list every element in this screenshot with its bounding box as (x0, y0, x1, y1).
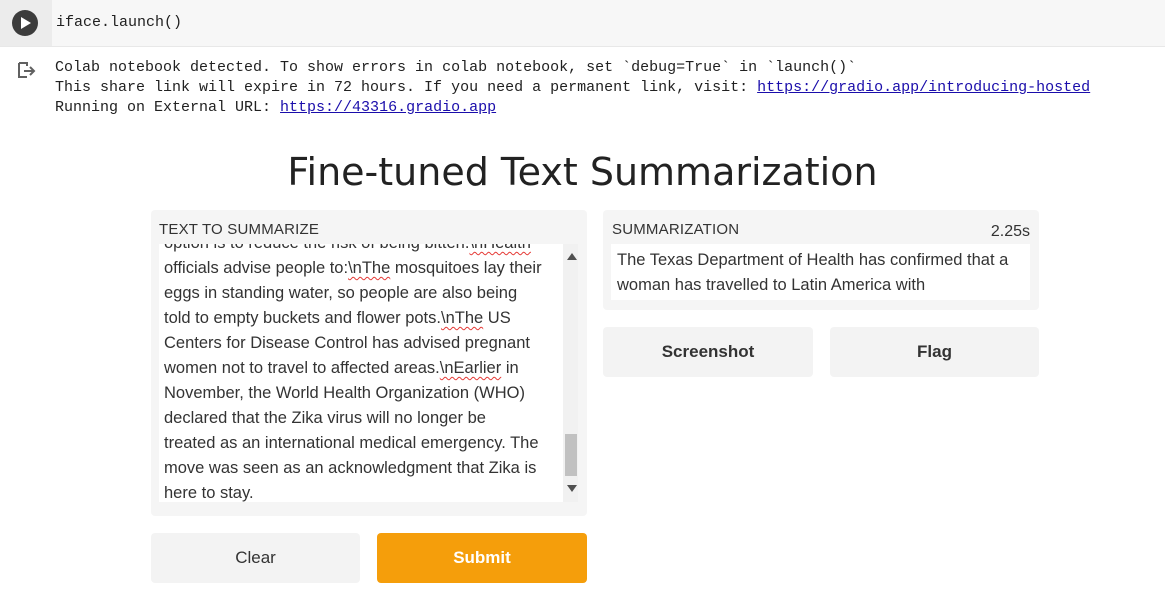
play-icon (21, 17, 31, 29)
input-label: TEXT TO SUMMARIZE (159, 221, 320, 238)
input-line: option is to reduce the risk of being bi… (164, 244, 531, 252)
scroll-up-arrow-icon[interactable] (567, 253, 577, 260)
output-label: SUMMARIZATION (612, 221, 740, 238)
input-text: option is to reduce the risk of being bi… (164, 244, 556, 502)
submit-button[interactable]: Submit (377, 533, 587, 583)
cell-output: Colab notebook detected. To show errors … (55, 58, 1090, 118)
screenshot-button[interactable]: Screenshot (603, 327, 813, 377)
output-line-3-text: Running on External URL: (55, 99, 281, 116)
input-line: eggs in standing water, so people are al… (164, 284, 518, 302)
input-line: Centers for Disease Control has advised … (164, 334, 530, 352)
input-line: officials advise people to:\nThe mosquit… (164, 259, 542, 277)
flag-button[interactable]: Flag (830, 327, 1039, 377)
hosted-link[interactable]: https://gradio.app/introducing-hosted (757, 79, 1090, 96)
spellcheck-word: \nThe (440, 309, 484, 327)
input-panel: TEXT TO SUMMARIZE option is to reduce th… (151, 210, 587, 516)
clear-button[interactable]: Clear (151, 533, 360, 583)
input-line: November, the World Health Organization … (164, 384, 525, 402)
spellcheck-word: \nThe (348, 259, 391, 277)
timing-badge: 2.25s (990, 223, 1030, 240)
output-panel: SUMMARIZATION 2.25s The Texas Department… (603, 210, 1039, 310)
code-cell[interactable]: iface.launch() (0, 0, 1165, 47)
app-title: Fine-tuned Text Summarization (287, 150, 878, 194)
output-line-1: Colab notebook detected. To show errors … (55, 59, 857, 76)
scrollbar-thumb[interactable] (565, 434, 577, 476)
output-icon[interactable] (16, 60, 36, 80)
external-url-link[interactable]: https://43316.gradio.app (280, 99, 496, 116)
summary-text: The Texas Department of Health has confi… (617, 251, 1009, 294)
summary-output: The Texas Department of Health has confi… (611, 244, 1030, 300)
spellcheck-word: \nEarlier (439, 359, 502, 377)
scroll-down-arrow-icon[interactable] (567, 485, 577, 492)
run-cell-button[interactable] (12, 10, 38, 36)
output-line-2-text: This share link will expire in 72 hours.… (55, 79, 758, 96)
input-line: women not to travel to affected areas.\n… (164, 359, 519, 377)
textarea-scrollbar[interactable] (563, 244, 578, 502)
input-line: move was seen as an acknowledgment that … (164, 459, 537, 477)
spellcheck-word: \nHealth (469, 244, 530, 252)
input-line: treated as an international medical emer… (164, 434, 539, 452)
input-line: here to stay. (164, 484, 254, 502)
code-text[interactable]: iface.launch() (56, 14, 182, 31)
input-line: told to empty buckets and flower pots.\n… (164, 309, 511, 327)
input-line: declared that the Zika virus will no lon… (164, 409, 486, 427)
input-textarea[interactable]: option is to reduce the risk of being bi… (159, 244, 578, 502)
